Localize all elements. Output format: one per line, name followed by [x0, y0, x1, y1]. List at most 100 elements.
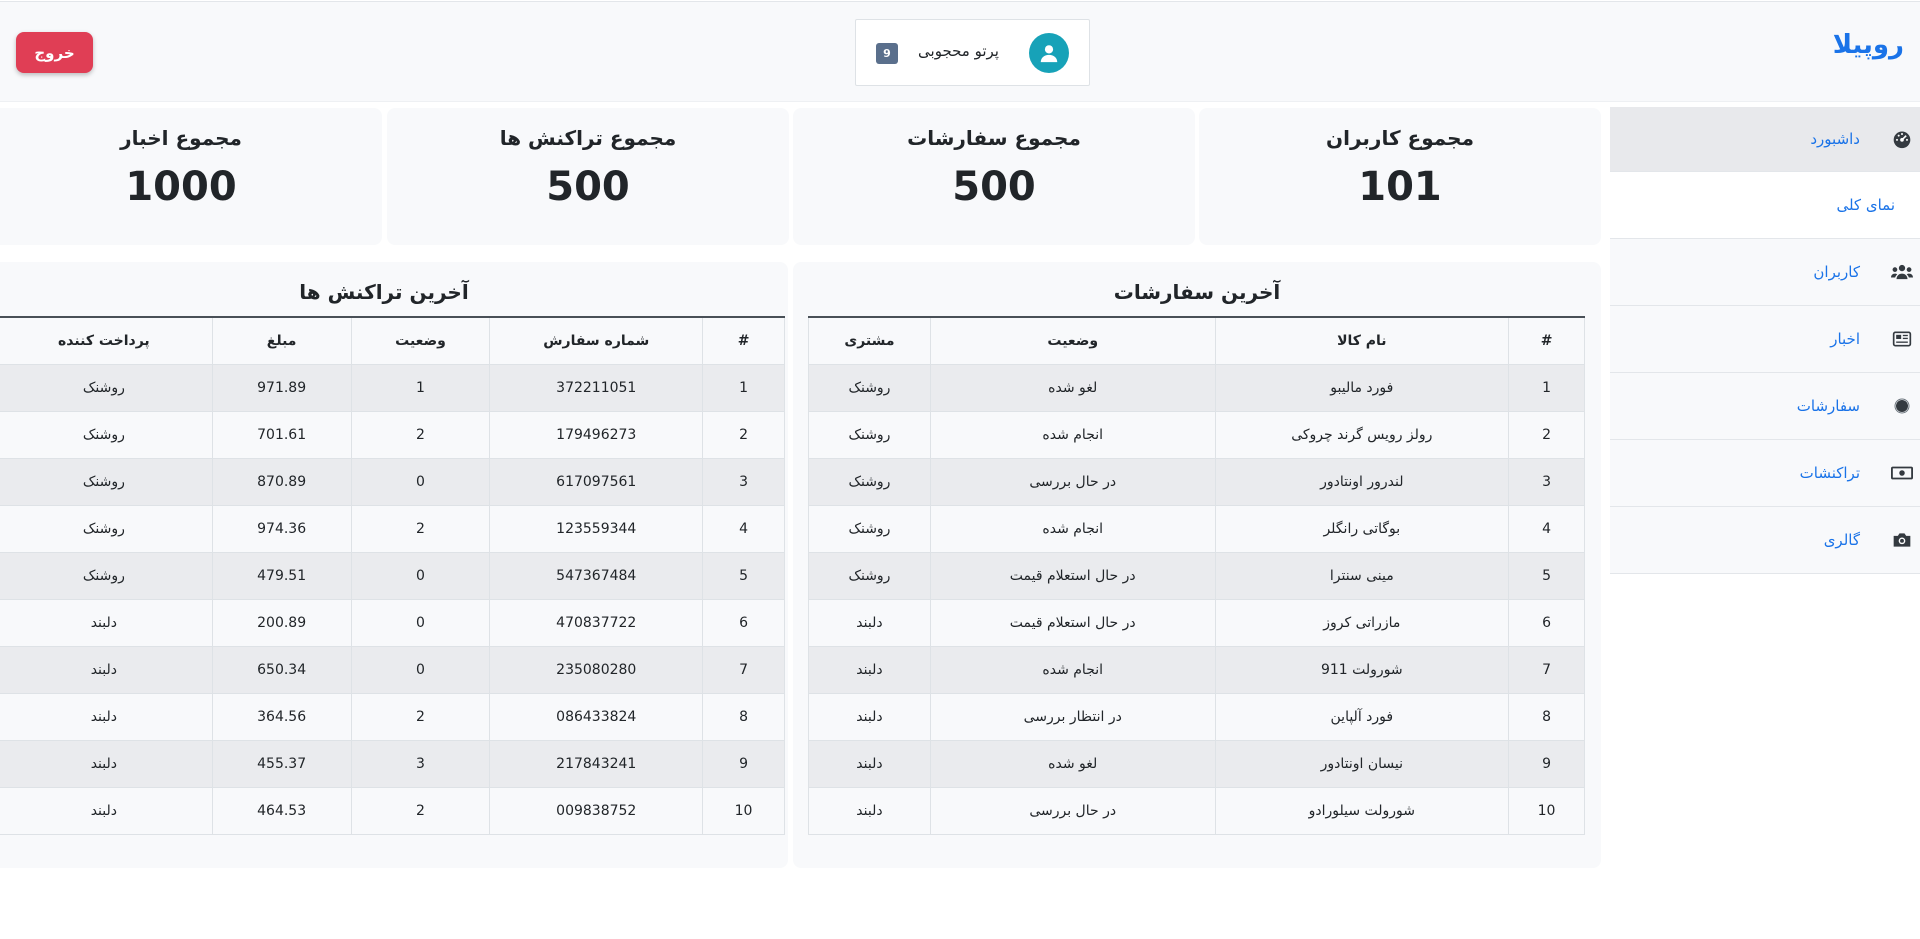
- table-cell: 971.89: [211, 363, 352, 412]
- table-row[interactable]: 9 217843241 3 455.37 دلبند: [0, 739, 785, 788]
- column-header: #: [1508, 316, 1585, 365]
- table-cell: 8: [1508, 692, 1585, 741]
- column-header: مشتری: [808, 316, 931, 365]
- table-cell: شورولت سیلورادو: [1214, 786, 1510, 835]
- table-row[interactable]: 6 مازراتی کروز در حال استعلام قیمت دلبند: [808, 598, 1585, 647]
- table-row[interactable]: 8 086433824 2 364.56 دلبند: [0, 692, 785, 741]
- table-cell: 1: [350, 363, 491, 412]
- table-cell: 10: [1508, 786, 1585, 835]
- table-row[interactable]: 2 179496273 2 701.61 روشنک: [0, 410, 785, 459]
- table-row[interactable]: 10 009838752 2 464.53 دلبند: [0, 786, 785, 835]
- sidebar-item-dashboard[interactable]: داشبورد: [1610, 107, 1920, 172]
- table-cell: 009838752: [489, 786, 704, 835]
- table-cell: روشنک: [808, 457, 931, 506]
- column-header: مبلغ: [211, 316, 352, 365]
- table-row[interactable]: 9 نیسان اونتادور لغو شده دلبند: [808, 739, 1585, 788]
- sidebar: داشبورد نمای کلی کاربران اخبار سفارشات ت…: [1610, 107, 1920, 574]
- table-cell: 372211051: [489, 363, 704, 412]
- sidebar-item-label: داشبورد: [1810, 130, 1860, 148]
- table-cell: 4: [1508, 504, 1585, 553]
- sidebar-item-orders[interactable]: سفارشات: [1610, 373, 1920, 440]
- table-cell: 1: [1508, 363, 1585, 412]
- table-cell: دلبند: [0, 645, 213, 694]
- table-cell: 479.51: [211, 551, 352, 600]
- column-header: #: [702, 316, 785, 365]
- table-cell: 3: [350, 739, 491, 788]
- table-row[interactable]: 7 235080280 0 650.34 دلبند: [0, 645, 785, 694]
- column-header: نام کالا: [1214, 316, 1510, 365]
- sidebar-item-gallery[interactable]: گالری: [1610, 507, 1920, 574]
- table-row[interactable]: 6 470837722 0 200.89 دلبند: [0, 598, 785, 647]
- latest-orders-panel: آخرین سفارشات # نام کالا وضعیت مشتری 1 فورد …: [793, 262, 1601, 868]
- table-cell: 455.37: [211, 739, 352, 788]
- table-cell: 464.53: [211, 786, 352, 835]
- stat-value: 500: [952, 164, 1036, 210]
- table-row[interactable]: 5 547367484 0 479.51 روشنک: [0, 551, 785, 600]
- table-cell: فورد مالیبو: [1214, 363, 1510, 412]
- table-row[interactable]: 4 123559344 2 974.36 روشنک: [0, 504, 785, 553]
- table-cell: 9: [702, 739, 785, 788]
- table-row[interactable]: 1 372211051 1 971.89 روشنک: [0, 363, 785, 412]
- table-cell: 650.34: [211, 645, 352, 694]
- table-cell: روشنک: [0, 410, 213, 459]
- column-header: وضعیت: [350, 316, 491, 365]
- sidebar-item-users[interactable]: کاربران: [1610, 239, 1920, 306]
- table-cell: دلبند: [808, 692, 931, 741]
- table-cell: در حال استعلام قیمت: [929, 551, 1216, 600]
- table-cell: 2: [350, 692, 491, 741]
- table-cell: 364.56: [211, 692, 352, 741]
- table-cell: 0: [350, 457, 491, 506]
- money-bill-icon: [1890, 461, 1914, 485]
- table-row[interactable]: 7 شورولت 911 انجام شده دلبند: [808, 645, 1585, 694]
- table-cell: 2: [350, 410, 491, 459]
- sidebar-item-overview[interactable]: نمای کلی: [1610, 172, 1920, 239]
- brand-logo[interactable]: روپیلا: [1833, 30, 1904, 60]
- users-icon: [1890, 260, 1914, 284]
- orders-table: # نام کالا وضعیت مشتری 1 فورد مالیبو لغو شده ر…: [808, 316, 1585, 835]
- table-cell: 7: [702, 645, 785, 694]
- table-row[interactable]: 3 617097561 0 870.89 روشنک: [0, 457, 785, 506]
- table-cell: در حال بررسی: [929, 457, 1216, 506]
- table-cell: لغو شده: [929, 363, 1216, 412]
- sidebar-item-label: سفارشات: [1796, 397, 1860, 415]
- logout-button[interactable]: خروج: [16, 32, 93, 73]
- table-cell: دلبند: [808, 739, 931, 788]
- table-cell: 617097561: [489, 457, 704, 506]
- table-row[interactable]: 4 بوگاتی رانگلر انجام شده روشنک: [808, 504, 1585, 553]
- table-cell: لندرور اونتادور: [1214, 457, 1510, 506]
- table-row[interactable]: 2 رولز رویس گرند چروکی انجام شده روشنک: [808, 410, 1585, 459]
- table-row[interactable]: 10 شورولت سیلورادو در حال بررسی دلبند: [808, 786, 1585, 835]
- table-cell: 5: [702, 551, 785, 600]
- table-cell: 1: [702, 363, 785, 412]
- table-cell: 179496273: [489, 410, 704, 459]
- table-row[interactable]: 3 لندرور اونتادور در حال بررسی روشنک: [808, 457, 1585, 506]
- user-profile-box[interactable]: پرتو محجوبی 9: [855, 19, 1090, 86]
- sidebar-item-news[interactable]: اخبار: [1610, 306, 1920, 373]
- stat-card-news: مجموع اخبار 1000: [0, 108, 382, 245]
- column-header: شماره سفارش: [489, 316, 704, 365]
- table-cell: انجام شده: [929, 504, 1216, 553]
- table-cell: دلبند: [0, 692, 213, 741]
- user-avatar-icon: [1029, 33, 1069, 73]
- camera-icon: [1890, 528, 1914, 552]
- table-row[interactable]: 8 فورد آلپاین در انتظار بررسی دلبند: [808, 692, 1585, 741]
- table-cell: مینی سنترا: [1214, 551, 1510, 600]
- panel-title: آخرین سفارشات: [1113, 280, 1281, 304]
- notification-badge[interactable]: 9: [876, 43, 898, 64]
- table-cell: روشنک: [0, 551, 213, 600]
- table-row[interactable]: 1 فورد مالیبو لغو شده روشنک: [808, 363, 1585, 412]
- table-cell: مازراتی کروز: [1214, 598, 1510, 647]
- sidebar-item-transactions[interactable]: تراکنشات: [1610, 440, 1920, 507]
- stat-card-orders: مجموع سفارشات 500: [793, 108, 1195, 245]
- dashboard-icon: [1890, 127, 1914, 151]
- stat-label: مجموع کاربران: [1326, 126, 1474, 150]
- table-cell: 7: [1508, 645, 1585, 694]
- table-cell: 0: [350, 551, 491, 600]
- table-cell: 235080280: [489, 645, 704, 694]
- table-cell: روشنک: [808, 363, 931, 412]
- transactions-table: # شماره سفارش وضعیت مبلغ پرداخت کننده 1 37221…: [0, 316, 785, 835]
- stat-label: مجموع تراکنش ها: [499, 126, 677, 150]
- stat-card-transactions: مجموع تراکنش ها 500: [387, 108, 789, 245]
- sidebar-item-label: اخبار: [1830, 330, 1860, 348]
- table-row[interactable]: 5 مینی سنترا در حال استعلام قیمت روشنک: [808, 551, 1585, 600]
